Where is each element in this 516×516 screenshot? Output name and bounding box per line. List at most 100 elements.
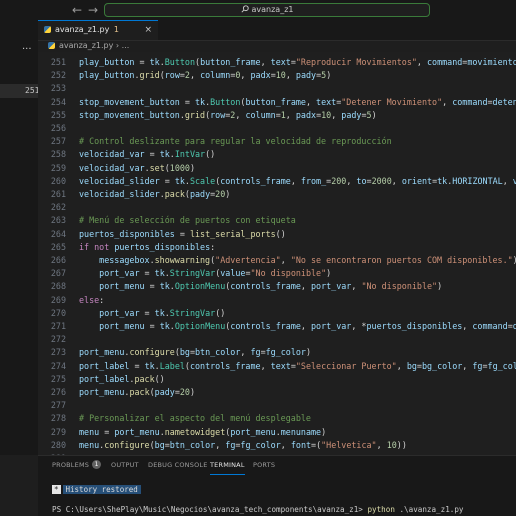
code-text: port_var = tk.StringVar(value="No dispon… [99,268,332,279]
line-number: 279 [50,426,66,437]
tab-filename: avanza_z1.py [55,25,110,34]
code-text: port_menu = tk.OptionMenu(controls_frame… [99,281,443,292]
code-text: velocidad_var = tk.IntVar() [79,149,216,160]
line-number: 254 [50,96,66,107]
prompt-path: PS C:\Users\ShePlay\Music\Negocios\avanz… [52,505,368,514]
code-line[interactable]: 256 [38,122,516,135]
tab-ports[interactable]: PORTS [253,456,275,474]
code-line[interactable]: 268 port_menu = tk.OptionMenu(controls_f… [38,280,516,293]
prompt-argument: .\avanza_z1.py [394,505,464,514]
code-line[interactable]: 279 menu = port_menu.nametowidget(port_me… [38,426,516,439]
line-number: 269 [50,294,66,305]
code-line[interactable]: 273 port_menu.configure(bg=btn_color, fg=… [38,346,516,359]
code-text: menu = port_menu.nametowidget(port_menu.… [79,426,327,437]
line-number: 268 [50,281,66,292]
back-arrow-icon[interactable]: ← [72,2,82,18]
line-number: 258 [50,149,66,160]
bottom-panel: PROBLEMS 1 OUTPUT DEBUG CONSOLE TERMINAL … [38,455,516,516]
code-line[interactable]: 274 port_label = tk.Label(controls_frame,… [38,360,516,373]
code-line[interactable]: 262 [38,201,516,214]
line-number: 278 [50,413,66,424]
tab-problem-count: 1 [113,25,119,34]
tab-output[interactable]: OUTPUT [111,456,139,474]
code-line[interactable]: 257 # Control deslizante para regular la … [38,135,516,148]
line-number: 261 [50,189,66,199]
forward-arrow-icon[interactable]: → [88,2,98,18]
code-line[interactable]: 278 # Personalizar el aspecto del menú de… [38,412,516,425]
code-line[interactable]: 263 # Menú de selección de puertos con et… [38,214,516,227]
code-text: stop_movement_button.grid(row=2, column=… [79,109,377,120]
code-line[interactable]: 259 velocidad_var.set(1000) [38,162,516,175]
code-line[interactable]: 264 puertos_disponibles = list_serial_por… [38,228,516,241]
code-text: port_menu.pack(pady=20) [79,387,196,397]
code-line[interactable]: 272 [38,333,516,346]
close-icon[interactable]: × [144,21,152,39]
code-line[interactable]: 269 else: [38,294,516,307]
history-message: History restored [62,485,141,494]
code-line[interactable]: 270 port_var = tk.StringVar() [38,307,516,320]
line-number: 275 [50,373,66,384]
code-text: port_var = tk.StringVar() [99,307,226,318]
code-editor[interactable]: 251 play_button = tk.Button(button_frame,… [38,52,516,455]
history-restored-line: * History restored [52,485,141,495]
line-number: 265 [50,241,66,252]
code-text: stop_movement_button = tk.Button(button_… [79,96,516,107]
code-line[interactable]: 280 menu.configure(bg=btn_color, fg=fg_co… [38,439,516,452]
code-text: # Control deslizante para regular la vel… [79,136,392,147]
line-number: 253 [50,83,66,94]
code-line[interactable]: 252 play_button.grid(row=2, column=0, pad… [38,69,516,82]
more-icon[interactable]: ··· [22,44,32,55]
code-line[interactable]: 251 play_button = tk.Button(button_frame,… [38,56,516,69]
code-line[interactable]: 266 messagebox.showwarning("Advertencia"… [38,254,516,267]
code-line[interactable]: 255 stop_movement_button.grid(row=2, colu… [38,109,516,122]
code-text: # Personalizar el aspecto del menú despl… [79,413,311,424]
code-line[interactable]: 265 if not puertos_disponibles: [38,241,516,254]
line-number: 277 [50,400,66,411]
panel-tabs: PROBLEMS 1 OUTPUT DEBUG CONSOLE TERMINAL … [38,456,516,475]
line-number: 271 [50,321,66,331]
code-line[interactable]: 258 velocidad_var = tk.IntVar() [38,148,516,161]
breadcrumb[interactable]: avanza_z1.py › ... [38,40,516,52]
code-line[interactable]: 276 port_menu.pack(pady=20) [38,386,516,399]
line-number: 263 [50,215,66,226]
python-file-icon [48,42,55,49]
code-text: play_button.grid(row=2, column=0, padx=1… [79,70,332,81]
python-file-icon [44,26,51,33]
line-number: 260 [50,175,66,186]
code-line[interactable]: 267 port_var = tk.StringVar(value="No di… [38,267,516,280]
code-line[interactable]: 275 port_label.pack() [38,373,516,386]
code-text: port_label.pack() [79,373,165,384]
line-number: 266 [50,255,66,265]
tab-problems[interactable]: PROBLEMS 1 [52,456,102,474]
code-line[interactable]: 254 stop_movement_button = tk.Button(butt… [38,96,516,109]
breadcrumb-text: avanza_z1.py › ... [59,41,130,50]
search-icon [240,5,249,13]
tab-terminal[interactable]: TERMINAL [210,456,245,475]
code-line[interactable]: 261 velocidad_slider.pack(pady=20) [38,188,516,201]
search-text: avanza_z1 [251,5,294,14]
tab-debug-console[interactable]: DEBUG CONSOLE [148,456,208,474]
line-number: 280 [50,439,66,450]
code-text: # Menú de selección de puertos con etiqu… [79,215,296,226]
line-number: 267 [50,268,66,279]
code-line[interactable]: 271 port_menu = tk.OptionMenu(controls_f… [38,320,516,333]
line-number: 259 [50,162,66,173]
vscode-window: ← → avanza_z1 ··· 251 avanza_z1.py 1 × a… [0,0,516,516]
line-number: 264 [50,228,66,239]
code-text: if not puertos_disponibles: [79,241,216,252]
code-text: port_menu.configure(bg=btn_color, fg=fg_… [79,347,312,358]
code-line[interactable]: 253 [38,82,516,95]
command-center-search[interactable]: avanza_z1 [104,3,430,17]
code-line[interactable]: 277 [38,399,516,412]
history-star: * [52,485,61,494]
tab-avanza-z1[interactable]: avanza_z1.py 1 × [38,20,158,40]
code-line[interactable]: 260 velocidad_slider = tk.Scale(controls_… [38,175,516,188]
code-text: velocidad_slider = tk.Scale(controls_fra… [79,175,516,186]
code-text: puertos_disponibles = list_serial_ports(… [79,228,286,239]
line-number: 273 [50,347,66,358]
prompt-command: python [367,505,395,514]
terminal-prompt[interactable]: PS C:\Users\ShePlay\Music\Negocios\avanz… [52,505,463,515]
line-number: 255 [50,109,66,120]
code-text: velocidad_var.set(1000) [79,162,196,173]
left-strip: ··· 251 [0,20,39,455]
